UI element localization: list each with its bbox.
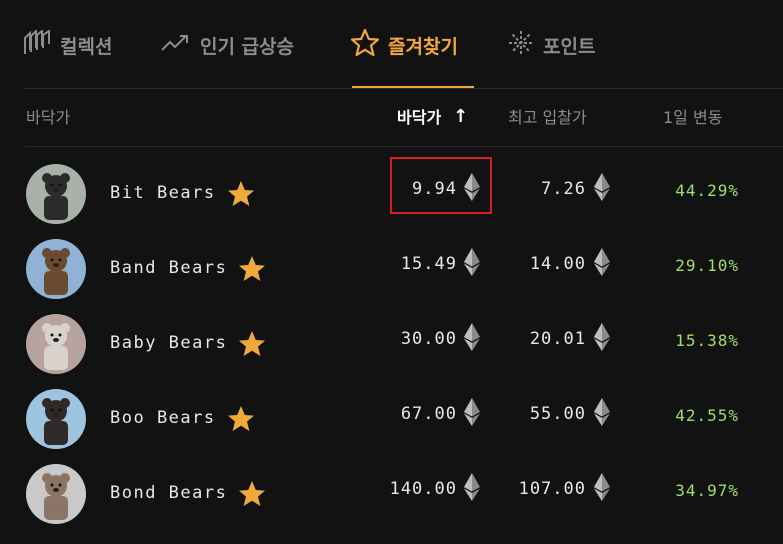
floor-price: 15.49 [400, 254, 457, 274]
tab-trending-label: 인기 급상승 [200, 35, 295, 58]
favorite-star-icon[interactable] [237, 329, 266, 357]
eth-icon [463, 247, 481, 277]
top-bid-price: 14.00 [529, 254, 586, 274]
eth-icon [593, 397, 611, 427]
eth-icon [463, 322, 481, 352]
header-change[interactable]: 1일 변동 [663, 104, 722, 128]
daily-change: 42.55% [675, 406, 739, 425]
bear-avatar[interactable] [26, 314, 86, 374]
favorite-star-icon[interactable] [237, 479, 266, 507]
sparkle-icon [507, 29, 535, 62]
collection-name-label: Bit Bears [110, 183, 216, 203]
bear-avatar[interactable] [26, 239, 86, 299]
table-row[interactable]: Baby Bears 30.00 20.01 15.38% [0, 302, 783, 377]
tab-favorites-label: 즐겨찾기 [388, 35, 458, 58]
sort-arrow-icon: ↑ [453, 105, 469, 127]
collection-name-label: Bond Bears [110, 483, 228, 503]
tab-bar: 컬렉션 인기 급상승 즐겨찾기 포인트 [0, 0, 783, 90]
favorite-star-icon[interactable] [237, 254, 266, 282]
floor-price: 140.00 [389, 479, 457, 499]
eth-icon [593, 472, 611, 502]
table-row[interactable]: Band Bears 15.49 14.00 29.10% [0, 227, 783, 302]
top-bid-price: 107.00 [518, 479, 586, 499]
collection-icon [22, 28, 52, 61]
eth-icon [593, 172, 611, 202]
bear-avatar[interactable] [26, 464, 86, 524]
daily-change: 44.29% [675, 181, 739, 200]
collection-name[interactable]: Band Bears [110, 254, 266, 282]
table-row[interactable]: Boo Bears 67.00 55.00 42.55% [0, 377, 783, 452]
tab-collection-label: 컬렉션 [60, 35, 113, 58]
collection-name[interactable]: Bit Bears [110, 179, 254, 207]
header-collection[interactable]: 바닥가 [26, 104, 70, 128]
highlight-box [390, 157, 492, 214]
collection-name-label: Baby Bears [110, 333, 228, 353]
tab-favorites[interactable]: 즐겨찾기 [350, 28, 458, 62]
bear-avatar[interactable] [26, 164, 86, 224]
tab-trending[interactable]: 인기 급상승 [160, 28, 294, 62]
collection-name[interactable]: Boo Bears [110, 404, 254, 432]
collection-name[interactable]: Bond Bears [110, 479, 266, 507]
table-row[interactable]: Bond Bears 140.00 107.00 34.97% [0, 452, 783, 527]
floor-price: 30.00 [400, 329, 457, 349]
top-bid-price: 7.26 [541, 179, 586, 199]
eth-icon [593, 322, 611, 352]
daily-change: 29.10% [675, 256, 739, 275]
star-icon [350, 28, 380, 63]
daily-change: 34.97% [675, 481, 739, 500]
collection-name-label: Boo Bears [110, 408, 216, 428]
header-top-bid[interactable]: 최고 입찰가 [508, 104, 587, 128]
top-bid-price: 55.00 [529, 404, 586, 424]
collection-name[interactable]: Baby Bears [110, 329, 266, 357]
top-bid-price: 20.01 [529, 329, 586, 349]
tab-divider [25, 88, 783, 89]
tab-points-label: 포인트 [543, 35, 596, 58]
daily-change: 15.38% [675, 331, 739, 350]
eth-icon [463, 397, 481, 427]
eth-icon [463, 472, 481, 502]
floor-price: 67.00 [400, 404, 457, 424]
header-divider [25, 146, 783, 147]
header-floor-label: 바닥가 [397, 108, 442, 127]
bear-avatar[interactable] [26, 389, 86, 449]
trending-icon [160, 32, 192, 59]
header-floor[interactable]: 바닥가 ↑ [397, 104, 468, 128]
tab-collection[interactable]: 컬렉션 [22, 28, 112, 62]
collection-name-label: Band Bears [110, 258, 228, 278]
tab-points[interactable]: 포인트 [507, 28, 595, 62]
favorite-star-icon[interactable] [226, 404, 254, 432]
eth-icon [593, 247, 611, 277]
favorite-star-icon[interactable] [226, 179, 254, 207]
